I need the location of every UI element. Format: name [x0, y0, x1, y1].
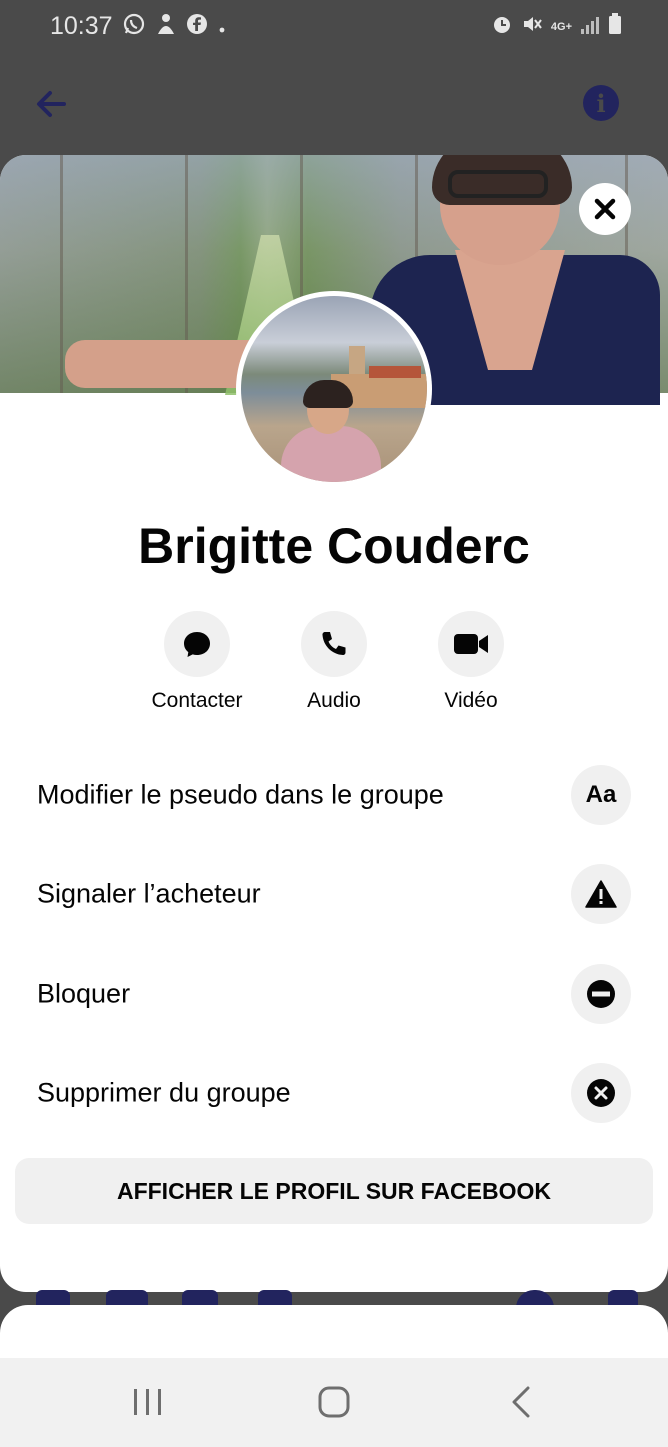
- battery-icon: [608, 13, 622, 42]
- menu-item-label: Modifier le pseudo dans le groupe: [37, 779, 444, 810]
- video-call-button[interactable]: Vidéo: [401, 611, 541, 713]
- status-time: 10:37: [50, 12, 113, 40]
- system-nav-bar: [0, 1358, 668, 1447]
- contact-button[interactable]: Contacter: [127, 611, 267, 713]
- chat-bubble-icon: [164, 611, 230, 677]
- warning-icon: [571, 864, 631, 925]
- profile-modal: Brigitte Couderc Contacter Audio Vidéo M…: [0, 155, 668, 1292]
- conversation-header: [0, 52, 668, 152]
- avatar[interactable]: [236, 291, 432, 487]
- cover-glasses: [448, 170, 548, 198]
- facebook-icon: [186, 13, 208, 42]
- whatsapp-icon: [122, 12, 146, 43]
- contact-label: Contacter: [151, 689, 243, 712]
- options-menu: Modifier le pseudo dans le groupe Aa Sig…: [0, 745, 668, 1143]
- action-buttons: Contacter Audio Vidéo: [0, 611, 668, 721]
- mute-icon: [521, 13, 543, 42]
- menu-item-remove[interactable]: Supprimer du groupe: [0, 1044, 668, 1144]
- phone-icon: [301, 611, 367, 677]
- block-icon: [571, 963, 631, 1024]
- close-icon: [594, 198, 616, 220]
- view-facebook-profile-button[interactable]: AFFICHER LE PROFIL SUR FACEBOOK: [15, 1158, 653, 1224]
- recent-apps-icon[interactable]: [128, 1384, 168, 1420]
- text-aa-glyph: Aa: [585, 780, 617, 808]
- 4g-icon: 4G+: [551, 22, 572, 33]
- close-button[interactable]: [579, 183, 631, 235]
- profile-name: Brigitte Couderc: [138, 518, 530, 574]
- audio-call-button[interactable]: Audio: [264, 611, 404, 713]
- menu-item-block[interactable]: Bloquer: [0, 944, 668, 1044]
- menu-item-label: Signaler l’acheteur: [37, 878, 261, 909]
- info-icon[interactable]: [583, 85, 619, 121]
- video-camera-icon: [438, 611, 504, 677]
- status-bar: 10:37 4G+: [0, 0, 668, 52]
- menu-item-label: Supprimer du groupe: [37, 1077, 291, 1108]
- text-aa-icon: Aa: [571, 764, 631, 825]
- menu-item-label: Bloquer: [37, 978, 131, 1009]
- status-notification-icons: [122, 12, 227, 43]
- bottom-sheet: [0, 1305, 668, 1365]
- menu-item-edit-nickname[interactable]: Modifier le pseudo dans le groupe Aa: [0, 745, 668, 845]
- back-icon[interactable]: [502, 1384, 542, 1420]
- alarm-icon: [491, 13, 513, 42]
- avatar-photo: [241, 296, 427, 482]
- video-label: Vidéo: [444, 689, 498, 712]
- arrow-left-icon[interactable]: [34, 86, 70, 122]
- home-icon[interactable]: [314, 1384, 354, 1420]
- signal-icon: [580, 14, 600, 42]
- dot-icon: [217, 14, 227, 42]
- app-icon: [155, 12, 177, 43]
- remove-circle-icon: [571, 1063, 631, 1124]
- status-system-icons: 4G+: [491, 13, 622, 42]
- menu-item-report[interactable]: Signaler l’acheteur: [0, 845, 668, 945]
- cover-rail: [60, 155, 63, 393]
- network-label: 4G+: [550, 21, 572, 33]
- audio-label: Audio: [307, 689, 361, 712]
